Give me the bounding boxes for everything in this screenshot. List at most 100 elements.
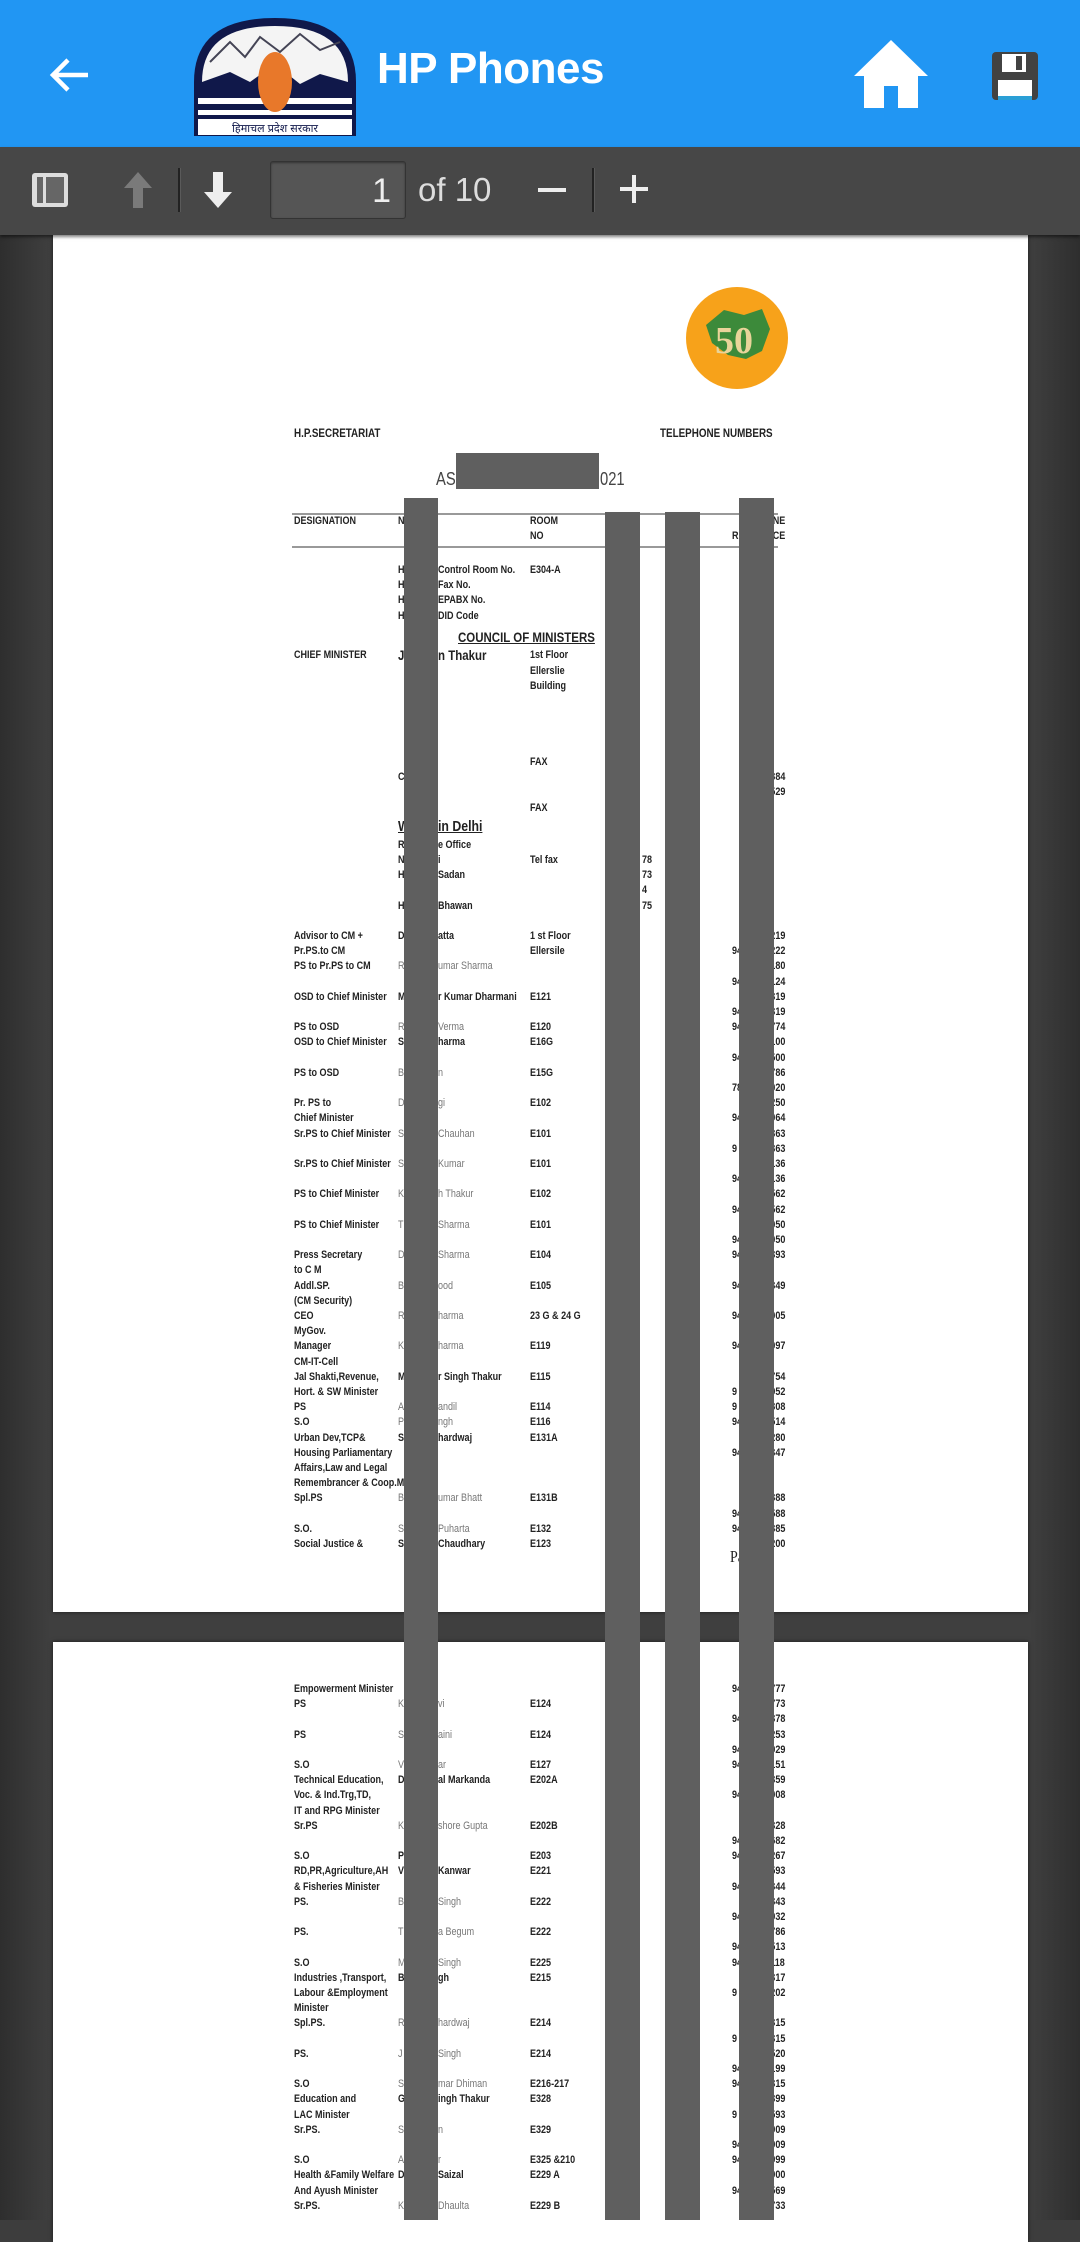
name-cell-end: al Markanda	[438, 1774, 491, 1787]
designation-cell: S.O.	[294, 1522, 313, 1535]
column-room-no: NO	[530, 530, 544, 542]
plus-icon[interactable]	[618, 173, 650, 205]
designation-cell: Spl.PS	[294, 1492, 323, 1505]
table-row: Ellerslie	[53, 664, 1028, 679]
office-phone-fragment: 4	[642, 884, 648, 897]
table-row: S.O. S Puharta E132 94 385	[53, 1522, 1028, 1537]
designation-cell: OSD to Chief Minister	[294, 990, 387, 1003]
room-cell: E131B	[530, 1492, 558, 1505]
table-row: FAX	[53, 801, 1028, 816]
table-row: PS. B Singh E222 343	[53, 1895, 1028, 1910]
name-cell-end: Sharma	[438, 1218, 470, 1231]
table-row: S.O Ar E325 &210 94 999	[53, 2153, 1028, 2168]
name-cell-end: Sharma	[438, 1249, 470, 1262]
designation-cell: Urban Dev,TCP&	[294, 1431, 366, 1444]
page-count: of 10	[418, 171, 492, 208]
room-cell: E101	[530, 1127, 552, 1140]
designation-cell: Hort. & SW Minister	[294, 1386, 379, 1399]
name-cell-end: Fax No.	[438, 579, 471, 592]
table-row: 94 932	[53, 1910, 1028, 1925]
arrow-up-icon[interactable]	[120, 170, 156, 210]
designation-cell: S.O	[294, 1850, 310, 1863]
name-cell-end: in Delhi	[438, 818, 483, 836]
minus-icon[interactable]	[536, 180, 568, 200]
phone-prefix: 9	[732, 1142, 738, 1155]
designation-cell: PS to Chief Minister	[294, 1188, 380, 1201]
designation-cell: PS	[294, 1728, 307, 1741]
designation-cell: Manager	[294, 1340, 332, 1353]
table-row: 94 319	[53, 1005, 1028, 1020]
name-cell-end: Kumar	[438, 1158, 465, 1171]
page-number-input[interactable]: 1	[270, 161, 406, 219]
table-row	[53, 914, 1028, 929]
redaction-bar	[404, 498, 438, 2220]
table-row: S.O Pngh E116 94 514	[53, 1415, 1028, 1430]
app-bar: हिमाचल प्रदेश सरकार HP Phones	[0, 0, 1080, 147]
table-row: S.O M Singh E225 94 118	[53, 1956, 1028, 1971]
designation-cell: PS.	[294, 1895, 309, 1908]
table-row: Minister	[53, 2001, 1028, 2016]
table-row: PS Kvi E124 773	[53, 1697, 1028, 1712]
room-cell: E124	[530, 1728, 552, 1741]
arrow-down-icon[interactable]	[200, 170, 236, 210]
table-row: 94 124	[53, 975, 1028, 990]
name-cell-end: Saizal	[438, 2169, 464, 2182]
table-row: PS. Ta Begum E222 786	[53, 1925, 1028, 1940]
designation-cell: Advisor to CM +	[294, 930, 363, 943]
floppy-disk-icon[interactable]	[990, 50, 1040, 102]
designation-cell: Sr.PS to Chief Minister	[294, 1127, 391, 1140]
phone-prefix: 9	[732, 2108, 738, 2121]
home-icon[interactable]	[852, 38, 930, 110]
room-cell: 1 st Floor	[530, 930, 571, 943]
table-row: 94 050	[53, 1233, 1028, 1248]
table-row: Affairs,Law and Legal	[53, 1461, 1028, 1476]
name-cell-end: Singh	[438, 1956, 462, 1969]
designation-cell: MyGov.	[294, 1325, 326, 1338]
designation-cell: Technical Education,	[294, 1774, 384, 1787]
column-room: ROOM	[530, 515, 559, 527]
table-row: 529	[53, 785, 1028, 800]
room-cell: Ellersile	[530, 945, 565, 958]
designation-cell: CM-IT-Cell	[294, 1355, 339, 1368]
column-designation: DESIGNATION	[294, 515, 356, 527]
designation-cell: Jal Shakti,Revenue,	[294, 1370, 379, 1383]
table-row: CM-IT-Cell	[53, 1355, 1028, 1370]
table-row: S.O P E203 94 267	[53, 1849, 1028, 1864]
table-row: MyGov.	[53, 1324, 1028, 1339]
table-row: Sr.PS Kshore Gupta E202B 328	[53, 1819, 1028, 1834]
name-cell-end: umar Sharma	[438, 960, 493, 973]
name-cell-end: Sadan	[438, 869, 466, 882]
room-cell: E229 A	[530, 2169, 560, 2182]
table-row: Urban Dev,TCP& Shardwaj E131A 280	[53, 1431, 1028, 1446]
table-row: 94 500	[53, 1051, 1028, 1066]
table-row: PS to OSD R Verma E120 94 774	[53, 1020, 1028, 1035]
name-cell-end: h Thakur	[438, 1188, 474, 1201]
designation-cell: OSD to Chief Minister	[294, 1036, 387, 1049]
table-row: Advisor to CM + Datta 1 st Floor 219	[53, 929, 1028, 944]
room-cell: E222	[530, 1895, 552, 1908]
designation-cell: Labour &Employment	[294, 1987, 388, 2000]
sidebar-toggle-icon[interactable]	[30, 171, 70, 209]
name-cell-end: n Thakur	[438, 646, 487, 663]
name-cell-end: a Begum	[438, 1926, 475, 1939]
table-row	[53, 694, 1028, 709]
section-heading: COUNCIL OF MINISTERS	[53, 624, 1028, 647]
designation-cell: RD,PR,Agriculture,AH	[294, 1865, 389, 1878]
table-row: Housing Parliamentary 94 347	[53, 1446, 1028, 1461]
table-row: H Bhawan 75	[53, 899, 1028, 914]
table-row: Industries ,Transport,BikghE215317	[53, 1971, 1028, 1986]
table-row: 94 136	[53, 1172, 1028, 1187]
table-row: 94 588	[53, 1507, 1028, 1522]
pdf-page-1: 50 H.P.SECRETARIAT TELEPHONE NUMBERS AS …	[53, 233, 1028, 1612]
designation-cell: S.O	[294, 2078, 310, 2091]
table-row: PS to Chief Minister Kh Thakur E102 562	[53, 1187, 1028, 1202]
table-row: 94 682	[53, 1834, 1028, 1849]
table-row: 9 363	[53, 1142, 1028, 1157]
hp-government-logo: हिमाचल प्रदेश सरकार	[194, 18, 356, 136]
office-phone-fragment: 75	[642, 899, 653, 912]
table-row: Social Justice & S Chaudhary E123 200	[53, 1537, 1028, 1552]
table-row: Hort. & SW Minister 9 952	[53, 1385, 1028, 1400]
name-cell-end: n	[438, 1066, 444, 1079]
arrow-left-icon[interactable]	[44, 50, 94, 100]
room-cell: E120	[530, 1021, 552, 1034]
